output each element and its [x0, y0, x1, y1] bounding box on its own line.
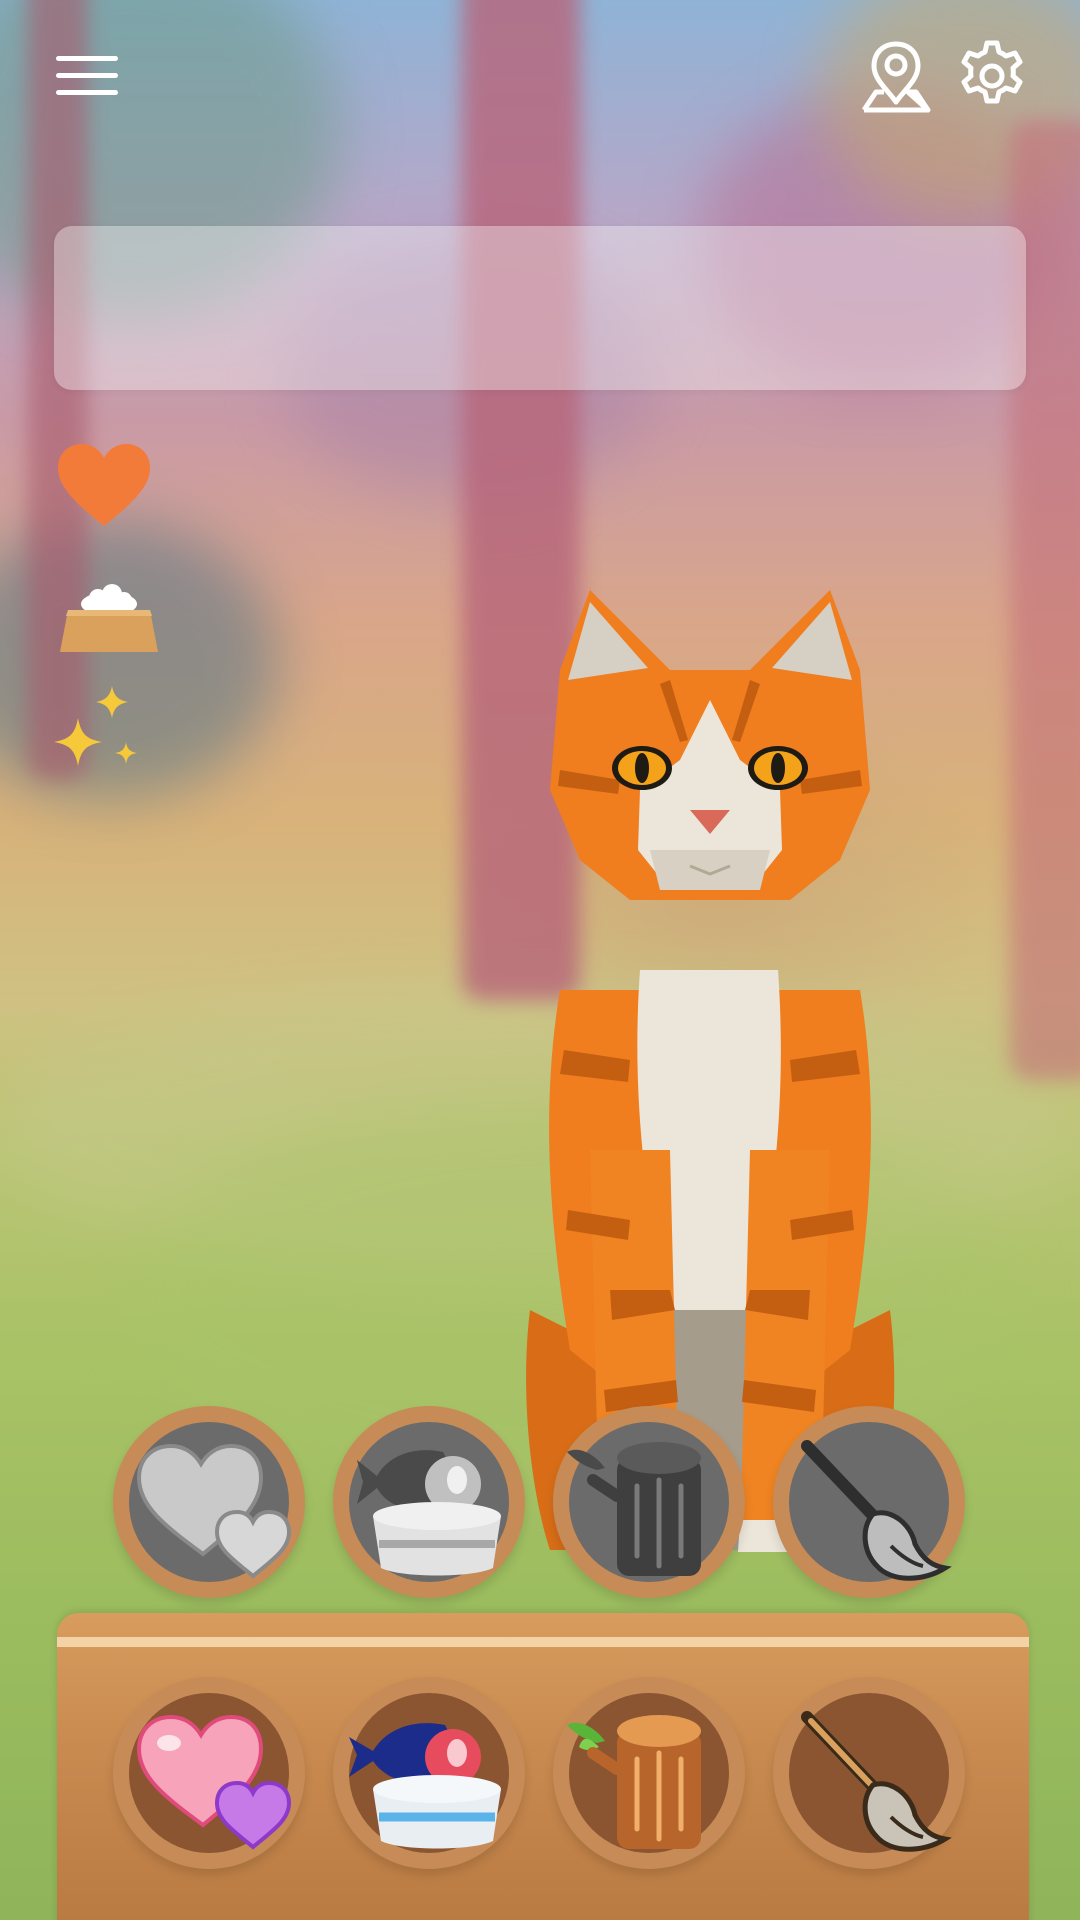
- groom-button[interactable]: [773, 1677, 965, 1869]
- gear-icon[interactable]: [954, 38, 1030, 114]
- feed-button-preview[interactable]: [333, 1406, 525, 1598]
- sparkles-icon: [54, 682, 154, 787]
- scratching-log-icon: [567, 1715, 701, 1849]
- food-bowl-icon: [54, 582, 164, 661]
- broom-icon: [801, 1440, 952, 1581]
- menu-line: [56, 90, 118, 95]
- scratching-log-icon: [567, 1442, 701, 1576]
- hearts-icon: [136, 1714, 292, 1850]
- game-screen: [0, 0, 1080, 1920]
- tray-stripe: [57, 1637, 1029, 1647]
- heart-icon: [54, 440, 154, 535]
- scratch-button[interactable]: [553, 1677, 745, 1869]
- feed-button[interactable]: [333, 1677, 525, 1869]
- fish-bowl-icon: [357, 1450, 501, 1576]
- menu-button[interactable]: [56, 56, 118, 96]
- message-panel: [54, 226, 1026, 390]
- scratch-button-preview[interactable]: [553, 1406, 745, 1598]
- location-pin-icon[interactable]: [858, 38, 934, 114]
- love-button-preview[interactable]: [113, 1406, 305, 1598]
- hearts-icon: [136, 1443, 292, 1579]
- broom-icon: [801, 1711, 952, 1852]
- groom-button-preview[interactable]: [773, 1406, 965, 1598]
- menu-line: [56, 56, 118, 61]
- menu-line: [56, 73, 118, 78]
- fish-bowl-icon: [349, 1723, 501, 1849]
- love-button[interactable]: [113, 1677, 305, 1869]
